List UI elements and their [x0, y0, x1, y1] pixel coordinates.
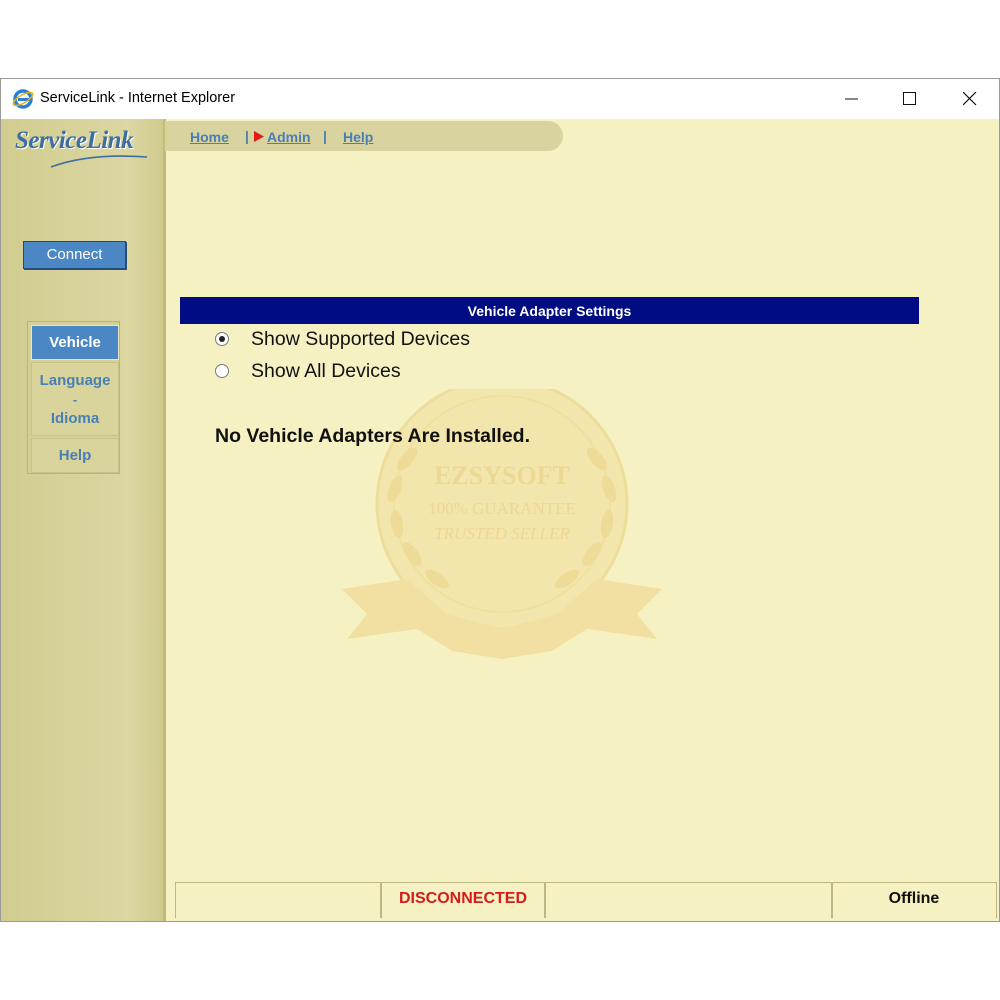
radio-button[interactable]	[215, 364, 229, 378]
status-cell-connection: DISCONNECTED	[380, 883, 546, 918]
servicelink-app: ServiceLink Connect Vehicle Language - I…	[1, 119, 999, 921]
topnav-help-link[interactable]: Help	[343, 129, 373, 145]
language-dash: -	[72, 392, 78, 407]
topnav-admin-link[interactable]: Admin	[267, 129, 311, 145]
internet-explorer-icon	[12, 88, 34, 110]
radio-label: Show All Devices	[251, 360, 401, 382]
language-label: Language	[39, 372, 111, 389]
minimize-icon	[845, 98, 858, 100]
sidenav-item-help[interactable]: Help	[31, 438, 119, 473]
sidenav-item-language[interactable]: Language - Idioma	[31, 362, 119, 436]
play-arrow-icon	[254, 131, 264, 142]
close-button[interactable]	[941, 79, 999, 119]
mode-status: Offline	[888, 890, 940, 907]
status-cell-1	[175, 883, 382, 918]
side-navigation: Vehicle Language - Idioma Help	[27, 321, 120, 474]
watermark-line3: TRUSTED SELLER	[434, 524, 570, 543]
radio-selected-dot	[219, 336, 225, 342]
status-bar: DISCONNECTED Offline	[175, 882, 997, 919]
close-icon	[963, 92, 977, 106]
servicelink-logo: ServiceLink	[13, 125, 153, 171]
radio-label: Show Supported Devices	[251, 328, 470, 350]
connect-button[interactable]: Connect	[23, 241, 126, 269]
connection-status: DISCONNECTED	[398, 890, 527, 907]
status-cell-3	[544, 883, 833, 918]
no-adapters-message: No Vehicle Adapters Are Installed.	[215, 425, 530, 447]
maximize-button[interactable]	[881, 79, 939, 119]
browser-window: ServiceLink - Internet Explorer ServiceL…	[0, 78, 1000, 922]
minimize-button[interactable]	[823, 79, 881, 119]
topnav-home-link[interactable]: Home	[190, 129, 229, 145]
window-title: ServiceLink - Internet Explorer	[40, 90, 236, 106]
watermark-line1: EZSYSOFT	[434, 461, 570, 490]
logo-swoosh-icon	[50, 155, 148, 168]
section-header: Vehicle Adapter Settings	[180, 297, 919, 324]
top-navigation: Home | Admin | Help	[165, 121, 563, 151]
maximize-icon	[903, 92, 916, 105]
title-bar[interactable]: ServiceLink - Internet Explorer	[1, 79, 999, 119]
sidenav-item-vehicle[interactable]: Vehicle	[31, 325, 119, 360]
topnav-separator: |	[323, 128, 327, 144]
topnav-separator: |	[245, 128, 249, 144]
left-sidebar: ServiceLink Connect Vehicle Language - I…	[1, 119, 166, 921]
idioma-label: Idioma	[50, 410, 100, 427]
status-cell-mode: Offline	[831, 883, 997, 918]
watermark-line2: 100% GUARANTEE	[428, 499, 576, 518]
radio-button[interactable]	[215, 332, 229, 346]
